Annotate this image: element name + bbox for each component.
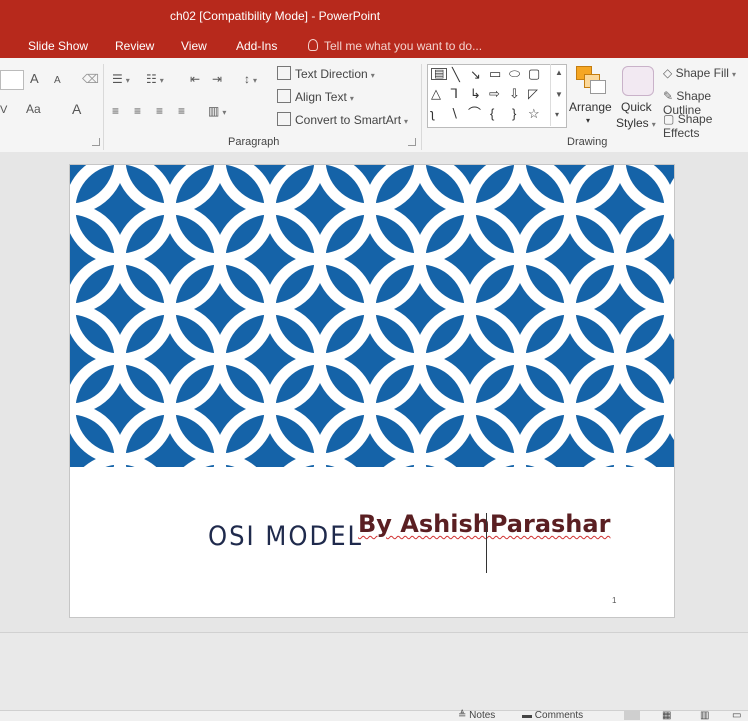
- slide-background-pattern: [70, 165, 674, 467]
- title-bar: ch02 [Compatibility Mode] - PowerPoint: [0, 0, 748, 34]
- quick-styles-icon[interactable]: [622, 66, 654, 96]
- slide-1[interactable]: OSI MODEL By AshishParashar 1: [69, 164, 675, 618]
- text-direction-icon: [277, 66, 291, 80]
- tab-review[interactable]: Review: [115, 39, 154, 53]
- text-direction-label: Text Direction: [295, 67, 368, 81]
- right-brace-icon[interactable]: }: [512, 107, 516, 121]
- drawing-group-label: Drawing: [567, 136, 608, 148]
- shape-fill-button[interactable]: ◇ Shape Fill ▾: [663, 66, 736, 80]
- text-direction-button[interactable]: Text Direction ▾: [277, 66, 375, 81]
- slide-title[interactable]: OSI MODEL: [208, 521, 363, 552]
- arrange-dropdown-icon[interactable]: ▾: [586, 116, 590, 125]
- decrease-indent-icon[interactable]: ⇤: [190, 72, 200, 86]
- font-color-button[interactable]: A: [72, 102, 81, 116]
- arrange-label[interactable]: Arrange: [569, 100, 612, 114]
- tab-add-ins[interactable]: Add-Ins: [236, 39, 277, 53]
- rounded-rect-shape-icon[interactable]: ▢: [528, 67, 540, 81]
- freeform-shape-icon[interactable]: ʅ: [431, 107, 434, 121]
- comments-label: Comments: [534, 710, 584, 721]
- star-shape-icon[interactable]: ☆: [528, 107, 540, 121]
- shrink-font-button[interactable]: A: [54, 74, 61, 88]
- arrange-icon[interactable]: [576, 66, 606, 94]
- line-spacing-icon[interactable]: ↕ ▾: [244, 72, 257, 88]
- quick-styles-label-2-text: Styles: [616, 116, 649, 130]
- smartart-icon: [277, 112, 291, 126]
- shape-effects-icon: ▢: [663, 112, 675, 126]
- align-center-icon[interactable]: ≡: [134, 104, 141, 118]
- pencil-icon: ✎: [663, 89, 674, 103]
- columns-icon[interactable]: ▥ ▾: [208, 104, 226, 120]
- notes-label: Notes: [469, 710, 496, 721]
- tell-me-box[interactable]: Tell me what you want to do...: [308, 39, 482, 53]
- clear-format-icon[interactable]: ⌫: [82, 72, 99, 86]
- quick-styles-label-2[interactable]: Styles ▾: [616, 116, 656, 130]
- paragraph-dialog-launcher[interactable]: [408, 138, 416, 146]
- group-separator: [421, 64, 422, 150]
- convert-smartart-button[interactable]: Convert to SmartArt ▾: [277, 112, 408, 127]
- elbow-arrow-icon[interactable]: ↳: [470, 87, 481, 101]
- tab-slide-show[interactable]: Slide Show: [28, 39, 88, 53]
- group-separator: [103, 64, 104, 150]
- shape-fill-label: Shape Fill: [675, 66, 729, 80]
- font-size-box[interactable]: [0, 70, 24, 90]
- normal-view-icon[interactable]: [624, 711, 640, 720]
- increase-indent-icon[interactable]: ⇥: [212, 72, 222, 86]
- slide-number: 1: [612, 596, 617, 605]
- curve-shape-icon[interactable]: ∖: [450, 107, 458, 121]
- window-title: ch02 [Compatibility Mode] - PowerPoint: [169, 9, 381, 23]
- left-brace-icon[interactable]: {: [490, 107, 494, 121]
- tell-me-text: Tell me what you want to do...: [324, 39, 483, 53]
- right-arrow-shape-icon[interactable]: ⇨: [489, 87, 500, 101]
- convert-smartart-label: Convert to SmartArt: [295, 113, 402, 127]
- arrow-line-shape-icon[interactable]: ↘: [470, 68, 481, 82]
- down-arrow-shape-icon[interactable]: ⇩: [509, 87, 520, 101]
- shape-effects-button[interactable]: ▢ Shape Effects: [663, 112, 748, 140]
- quick-styles-label-1[interactable]: Quick: [621, 100, 652, 114]
- notes-pane[interactable]: [0, 632, 748, 711]
- paragraph-group-label: Paragraph: [228, 136, 280, 148]
- justify-icon[interactable]: ≡: [178, 104, 185, 118]
- change-case-button[interactable]: Aa: [26, 102, 41, 116]
- align-text-label: Align Text: [295, 90, 347, 104]
- scroll-up-icon[interactable]: ▲: [555, 68, 563, 77]
- callout-shape-icon[interactable]: ◸: [528, 87, 538, 101]
- gallery-more-icon[interactable]: ▾: [555, 110, 559, 119]
- align-text-button[interactable]: Align Text ▾: [277, 89, 354, 104]
- ribbon: A A ⌫ V Aa A ☰ ▾ ☷ ▾ ⇤ ⇥ ↕ ▾ ≡ ≡ ≡ ≡ ▥ ▾ Tex…: [0, 58, 748, 153]
- tab-view[interactable]: View: [181, 39, 207, 53]
- elbow-connector-icon[interactable]: ᒣ: [450, 87, 458, 101]
- text-cursor: [486, 513, 487, 573]
- align-text-icon: [277, 89, 291, 103]
- rectangle-shape-icon[interactable]: ▭: [489, 67, 501, 81]
- arc-shape-icon[interactable]: ⌒: [468, 107, 481, 121]
- line-shape-icon[interactable]: ╲: [452, 68, 460, 82]
- numbering-icon[interactable]: ☷ ▾: [146, 72, 164, 88]
- textbox-shape-icon[interactable]: ▤: [431, 68, 448, 80]
- triangle-shape-icon[interactable]: △: [431, 87, 441, 101]
- align-left-icon[interactable]: ≡: [112, 104, 119, 118]
- paint-bucket-icon: ◇: [663, 66, 673, 80]
- shapes-gallery-scroll[interactable]: ▲ ▼ ▾: [550, 64, 566, 126]
- font-dialog-launcher[interactable]: [92, 138, 100, 146]
- status-bar: ≜ Notes ▬ Comments ▦ ▥ ▭: [0, 710, 748, 721]
- bullets-icon[interactable]: ☰ ▾: [112, 72, 130, 88]
- slide-subtitle[interactable]: By AshishParashar: [358, 510, 610, 538]
- lightbulb-icon: [308, 39, 318, 51]
- align-right-icon[interactable]: ≡: [156, 104, 163, 118]
- oval-shape-icon[interactable]: ⬭: [509, 67, 520, 81]
- shapes-gallery[interactable]: ▤ ╲ ↘ ▭ ⬭ ▢ △ ᒣ ↳ ⇨ ⇩ ◸ ʅ ∖ ⌒ { } ☆: [427, 64, 567, 128]
- char-spacing-button[interactable]: V: [0, 103, 7, 117]
- grow-font-button[interactable]: A: [30, 72, 39, 86]
- scroll-down-icon[interactable]: ▼: [555, 90, 563, 99]
- ribbon-tabs: Slide Show Review View Add-Ins Tell me w…: [0, 34, 748, 58]
